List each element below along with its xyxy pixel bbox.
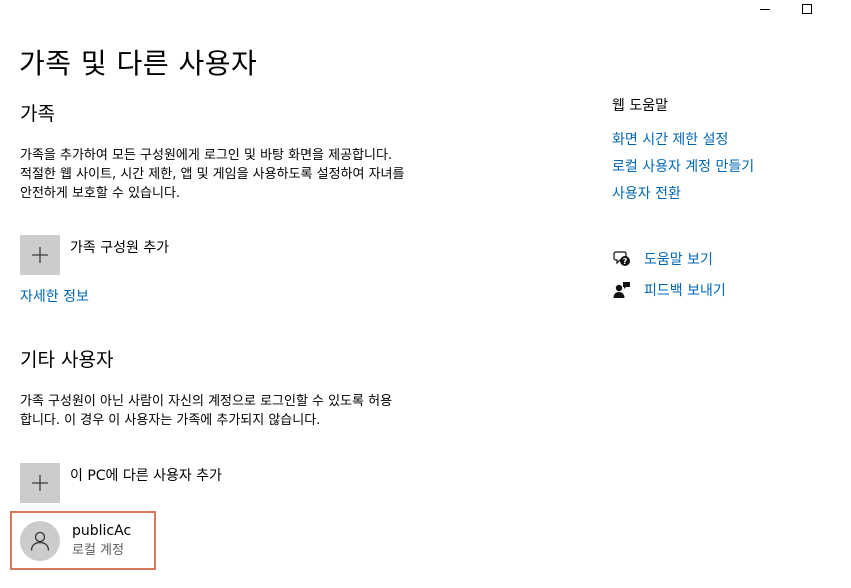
add-family-member-label: 가족 구성원 추가: [70, 240, 170, 256]
get-help-button[interactable]: ? 도움말 보기: [612, 249, 713, 269]
user-account-type: 로컬 계정: [72, 542, 124, 558]
page-title: 가족 및 다른 사용자: [19, 47, 258, 80]
family-description-line: 적절한 웹 사이트, 시간 제한, 앱 및 게임을 사용하도록 설정하여 자녀를: [20, 167, 405, 182]
feedback-person-icon: [612, 280, 632, 300]
minimize-button[interactable]: [742, 0, 788, 18]
minimize-icon: [760, 9, 770, 10]
web-help-heading: 웹 도움말: [612, 98, 668, 114]
user-account-tile[interactable]: publicAc 로컬 계정: [10, 511, 156, 570]
plus-tile: [20, 463, 60, 503]
help-link-create-local-account[interactable]: 로컬 사용자 계정 만들기: [612, 156, 754, 176]
help-chat-icon: ?: [612, 249, 632, 269]
other-users-section-title: 기타 사용자: [20, 349, 114, 371]
maximize-icon: [802, 4, 812, 14]
add-family-member-button[interactable]: 가족 구성원 추가: [20, 235, 320, 275]
add-other-user-label: 이 PC에 다른 사용자 추가: [70, 468, 222, 484]
user-text: publicAc 로컬 계정: [72, 522, 131, 560]
get-help-label: 도움말 보기: [644, 252, 713, 268]
person-icon: [30, 531, 50, 551]
family-section-title: 가족: [20, 103, 55, 125]
other-users-description-line: 합니다. 이 경우 이 사용자는 가족에 추가되지 않습니다.: [20, 413, 321, 428]
help-link-switch-user[interactable]: 사용자 전환: [612, 183, 681, 203]
send-feedback-label: 피드백 보내기: [644, 283, 726, 299]
add-other-user-button[interactable]: 이 PC에 다른 사용자 추가: [20, 463, 320, 503]
more-info-link[interactable]: 자세한 정보: [20, 286, 89, 306]
user-name: publicAc: [72, 522, 132, 539]
other-users-description: 가족 구성원이 아닌 사람이 자신의 계정으로 로그인할 수 있도록 허용 합니…: [20, 392, 490, 430]
family-description-line: 안전하게 보호할 수 있습니다.: [20, 186, 181, 201]
plus-icon: [32, 247, 48, 263]
maximize-button[interactable]: [784, 0, 830, 18]
family-description: 가족을 추가하여 모든 구성원에게 로그인 및 바탕 화면을 제공합니다. 적절…: [20, 146, 490, 203]
plus-tile: [20, 235, 60, 275]
family-description-line: 가족을 추가하여 모든 구성원에게 로그인 및 바탕 화면을 제공합니다.: [20, 148, 393, 163]
other-users-description-line: 가족 구성원이 아닌 사람이 자신의 계정으로 로그인할 수 있도록 허용: [20, 394, 393, 409]
plus-icon: [32, 475, 48, 491]
avatar: [20, 520, 60, 561]
send-feedback-button[interactable]: 피드백 보내기: [612, 280, 726, 300]
help-link-screen-time[interactable]: 화면 시간 제한 설정: [612, 129, 728, 149]
svg-text:?: ?: [623, 257, 628, 266]
